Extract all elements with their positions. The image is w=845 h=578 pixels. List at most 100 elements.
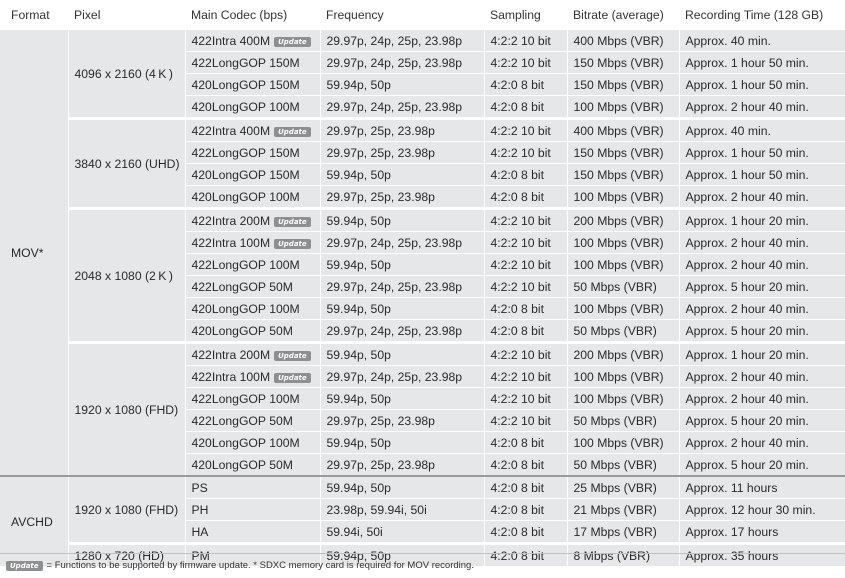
- sampling-cell-text: 4:2:0 8 bit: [490, 323, 545, 338]
- recording-time-cell-text: Approx. 35 hours: [685, 548, 779, 563]
- bitrate-cell-text: 100 Mbps (VBR): [573, 189, 664, 204]
- header-codec: Main Codec (bps): [185, 0, 320, 30]
- bitrate-cell-text: 150 Mbps (VBR): [573, 55, 664, 70]
- codec-cell: 422LongGOP 150M: [184, 141, 320, 164]
- frequency-cell: 59.94p, 50p: [319, 431, 484, 454]
- bitrate-cell-text: 150 Mbps (VBR): [573, 145, 664, 160]
- pixel-cell-4k: 4096 x 2160 (4 K ): [67, 29, 185, 119]
- bitrate-cell-text: 200 Mbps (VBR): [573, 347, 664, 362]
- recording-time-cell-text: Approx. 2 hour 40 min.: [685, 391, 809, 406]
- codec-cell-text: 422LongGOP 100M: [191, 257, 300, 272]
- recording-time-cell: Approx. 1 hour 50 min.: [678, 141, 845, 164]
- frequency-cell-text: 29.97p, 25p, 23.98p: [326, 145, 435, 160]
- frequency-cell: 29.97p, 25p, 23.98p: [319, 409, 484, 432]
- bitrate-cell-text: 50 Mbps (VBR): [573, 323, 657, 338]
- bitrate-cell: 100 Mbps (VBR): [566, 95, 679, 119]
- bitrate-cell-text: 17 Mbps (VBR): [573, 524, 657, 539]
- update-badge: Update: [274, 216, 311, 227]
- recording-time-cell-text: Approx. 5 hour 20 min.: [685, 457, 809, 472]
- recording-time-cell-text: Approx. 2 hour 40 min.: [685, 435, 809, 450]
- frequency-cell: 29.97p, 25p, 23.98p: [319, 185, 484, 209]
- header-sampling: Sampling: [484, 0, 567, 30]
- bitrate-cell-text: 100 Mbps (VBR): [573, 435, 664, 450]
- bitrate-cell-text: 100 Mbps (VBR): [573, 369, 664, 384]
- frequency-cell: 29.97p, 25p, 23.98p: [319, 453, 484, 476]
- sampling-cell-text: 4:2:2 10 bit: [490, 257, 551, 272]
- codec-cell: 422LongGOP 100M: [184, 387, 320, 410]
- header-frequency: Frequency: [320, 0, 484, 30]
- codec-cell: 420LongGOP 100M: [184, 431, 320, 454]
- sampling-cell-text: 4:2:2 10 bit: [490, 279, 551, 294]
- update-badge: Update: [274, 372, 311, 383]
- codec-cell: 422LongGOP 100M: [184, 253, 320, 276]
- codec-cell: PH: [184, 498, 320, 521]
- sampling-cell: 4:2:2 10 bit: [483, 141, 567, 164]
- recording-time-cell: Approx. 1 hour 50 min.: [678, 51, 845, 74]
- frequency-cell-text: 29.97p, 24p, 25p, 23.98p: [326, 55, 463, 70]
- frequency-cell-text: 59.94p, 50p: [326, 435, 391, 450]
- sampling-cell: 4:2:0 8 bit: [483, 297, 567, 320]
- recording-time-cell: Approx. 2 hour 40 min.: [678, 253, 845, 276]
- recording-spec-table: Format Pixel Main Codec (bps) Frequency …: [0, 0, 845, 566]
- codec-cell-text: 422Intra 100M: [191, 369, 271, 384]
- update-badge-legend: Update: [6, 561, 43, 571]
- bitrate-cell: 50 Mbps (VBR): [566, 319, 679, 343]
- frequency-cell: 29.97p, 24p, 25p, 23.98p: [319, 29, 484, 52]
- frequency-cell-text: 23.98p, 59.94i, 50i: [326, 502, 427, 517]
- update-badge: Update: [274, 350, 311, 361]
- frequency-cell-text: 29.97p, 25p, 23.98p: [326, 123, 435, 138]
- frequency-cell: 59.94p, 50p: [319, 341, 484, 366]
- codec-cell-text: 422LongGOP 150M: [191, 145, 300, 160]
- recording-time-cell-text: Approx. 2 hour 40 min.: [685, 235, 809, 250]
- frequency-cell: 29.97p, 24p, 25p, 23.98p: [319, 95, 484, 119]
- codec-cell-text: 420LongGOP 50M: [191, 323, 293, 338]
- frequency-cell-text: 29.97p, 25p, 23.98p: [326, 189, 435, 204]
- header-recording-time: Recording Time (128 GB): [679, 0, 845, 30]
- codec-cell-text: 422LongGOP 150M: [191, 55, 300, 70]
- codec-cell: 422LongGOP 50M: [184, 275, 320, 298]
- recording-time-cell-text: Approx. 1 hour 50 min.: [685, 167, 809, 182]
- frequency-cell-text: 29.97p, 24p, 25p, 23.98p: [326, 235, 463, 250]
- bitrate-cell-text: 100 Mbps (VBR): [573, 301, 664, 316]
- recording-time-cell: Approx. 2 hour 40 min.: [678, 185, 845, 209]
- update-badge: Update: [274, 36, 311, 47]
- sampling-cell-text: 4:2:2 10 bit: [490, 391, 551, 406]
- bitrate-cell-text: 200 Mbps (VBR): [573, 213, 664, 228]
- bitrate-cell-text: 100 Mbps (VBR): [573, 257, 664, 272]
- frequency-cell-text: 59.94p, 50p: [326, 213, 391, 228]
- frequency-cell: 29.97p, 25p, 23.98p: [319, 117, 484, 142]
- recording-time-cell: Approx. 1 hour 50 min.: [678, 73, 845, 96]
- sampling-cell-text: 4:2:2 10 bit: [490, 413, 551, 428]
- sampling-cell: 4:2:2 10 bit: [483, 387, 567, 410]
- codec-cell: 422Intra 100M Update: [184, 365, 320, 388]
- codec-cell: 422Intra 200M Update: [184, 341, 320, 366]
- pixel-cell-2k: 2048 x 1080 (2 K ): [67, 207, 185, 343]
- codec-cell: 422Intra 400M Update: [184, 29, 320, 52]
- sampling-cell: 4:2:0 8 bit: [483, 542, 567, 566]
- bitrate-cell: 400 Mbps (VBR): [566, 117, 679, 142]
- frequency-cell-text: 59.94p, 50p: [326, 257, 391, 272]
- frequency-cell: 29.97p, 24p, 25p, 23.98p: [319, 275, 484, 298]
- frequency-cell-text: 59.94p, 50p: [326, 167, 391, 182]
- recording-time-cell: Approx. 5 hour 20 min.: [678, 453, 845, 476]
- recording-time-cell: Approx. 2 hour 40 min.: [678, 365, 845, 388]
- codec-cell: 422LongGOP 150M: [184, 51, 320, 74]
- recording-time-cell: Approx. 1 hour 20 min.: [678, 341, 845, 366]
- frequency-cell-text: 29.97p, 24p, 25p, 23.98p: [326, 99, 463, 114]
- update-badge: Update: [274, 238, 311, 249]
- recording-time-cell-text: Approx. 40 min.: [685, 123, 771, 138]
- codec-cell-text: 420LongGOP 100M: [191, 189, 300, 204]
- bitrate-cell: 200 Mbps (VBR): [566, 341, 679, 366]
- sampling-cell-text: 4:2:0 8 bit: [490, 301, 545, 316]
- frequency-cell-text: 29.97p, 24p, 25p, 23.98p: [326, 323, 463, 338]
- recording-time-cell-text: Approx. 5 hour 20 min.: [685, 279, 809, 294]
- recording-time-cell-text: Approx. 40 min.: [685, 33, 771, 48]
- frequency-cell: 29.97p, 24p, 25p, 23.98p: [319, 231, 484, 254]
- frequency-cell: 23.98p, 59.94i, 50i: [319, 498, 484, 521]
- frequency-cell: 59.94p, 50p: [319, 475, 484, 499]
- frequency-cell-text: 59.94i, 50i: [326, 524, 383, 539]
- recording-time-cell-text: Approx. 2 hour 40 min.: [685, 369, 809, 384]
- sampling-cell: 4:2:0 8 bit: [483, 185, 567, 209]
- sampling-cell: 4:2:2 10 bit: [483, 51, 567, 74]
- bitrate-cell: 50 Mbps (VBR): [566, 409, 679, 432]
